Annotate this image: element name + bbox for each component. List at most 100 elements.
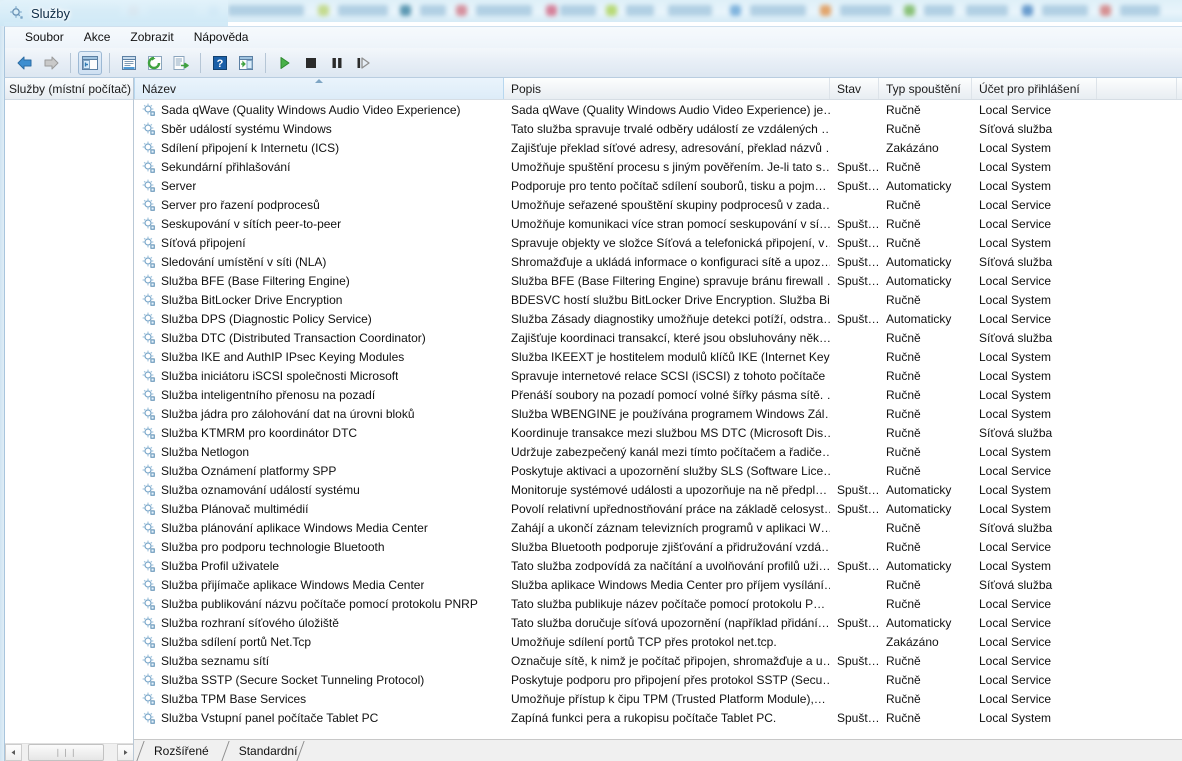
show-action-pane-button[interactable]	[234, 51, 258, 75]
services-list-pane: NázevPopisStav Typ spouštění Účet pro přih…	[134, 78, 1182, 761]
table-row[interactable]: Sledování umístění v síti (NLA)Shromažďu…	[134, 252, 1182, 271]
arrow-right-icon	[42, 55, 60, 71]
properties-button[interactable]	[117, 51, 141, 75]
table-row[interactable]: Síťová připojeníSpravuje objekty ve slož…	[134, 233, 1182, 252]
menu-soubor[interactable]: Soubor	[15, 28, 74, 47]
table-row[interactable]: Služba oznamování událostí systémuMonito…	[134, 480, 1182, 499]
cell-stav: Spušt…	[830, 274, 879, 288]
cell-desc: Spravuje objekty ve složce Síťová a tele…	[504, 236, 830, 250]
show-hide-tree-button[interactable]	[78, 51, 102, 75]
table-row[interactable]: Sdílení připojení k Internetu (ICS)Zajiš…	[134, 138, 1182, 157]
table-row[interactable]: Služba NetlogonUdržuje zabezpečený kanál…	[134, 442, 1182, 461]
help-button[interactable]: ?	[208, 51, 232, 75]
service-name-label: Služba DTC (Distributed Transaction Coor…	[161, 331, 426, 345]
cell-name: Služba DPS (Diagnostic Policy Service)	[134, 312, 504, 326]
table-row[interactable]: Služba TPM Base ServicesUmožňuje přístup…	[134, 689, 1182, 708]
column-header-blank[interactable]	[1097, 78, 1177, 99]
table-row[interactable]: Seskupování v sítích peer-to-peerUmožňuj…	[134, 214, 1182, 233]
column-header-popis[interactable]: Popis	[504, 78, 830, 99]
forward-button[interactable]	[39, 51, 63, 75]
table-row[interactable]: Služba iniciátoru iSCSI společnosti Micr…	[134, 366, 1182, 385]
table-row[interactable]: Služba seznamu sítíOznačuje sítě, k nimž…	[134, 651, 1182, 670]
table-row[interactable]: Služba inteligentního přenosu na pozadíP…	[134, 385, 1182, 404]
table-row[interactable]: Služba DTC (Distributed Transaction Coor…	[134, 328, 1182, 347]
tree-scroll-left-arrow[interactable]	[5, 744, 22, 761]
service-gear-icon	[142, 578, 156, 592]
table-row[interactable]: Sekundární přihlašováníUmožňuje spuštění…	[134, 157, 1182, 176]
refresh-button[interactable]	[143, 51, 167, 75]
tree-scroll-track[interactable]: ❘❘❘	[22, 744, 117, 761]
service-name-label: Služba sdílení portů Net.Tcp	[161, 635, 311, 649]
menu-napoveda[interactable]: Nápověda	[184, 28, 259, 47]
column-header-typ-spou-t-n[interactable]: Typ spouštění	[879, 78, 972, 99]
table-row[interactable]: Služba SSTP (Secure Socket Tunneling Pro…	[134, 670, 1182, 689]
table-row[interactable]: Služba plánování aplikace Windows Media …	[134, 518, 1182, 537]
tab-standardni[interactable]: Standardní	[223, 741, 312, 761]
table-row[interactable]: Služba BitLocker Drive EncryptionBDESVC …	[134, 290, 1182, 309]
table-row[interactable]: Služba BFE (Base Filtering Engine)Služba…	[134, 271, 1182, 290]
service-name-label: Služba Oznámení platformy SPP	[161, 464, 336, 478]
column-header-n-zev[interactable]: Název	[134, 78, 504, 99]
service-name-label: Sdílení připojení k Internetu (ICS)	[161, 141, 339, 155]
table-row[interactable]: Služba rozhraní síťového úložištěTato sl…	[134, 613, 1182, 632]
cell-typ: Ručně	[879, 217, 972, 231]
properties-icon	[120, 55, 138, 71]
cell-ucet: Síťová služba	[972, 426, 1097, 440]
table-row[interactable]: Server pro řazení podprocesůUmožňuje seř…	[134, 195, 1182, 214]
table-row[interactable]: Sběr událostí systému WindowsTato služba…	[134, 119, 1182, 138]
cell-ucet: Local Service	[972, 597, 1097, 611]
tab-standardni-label: Standardní	[239, 744, 298, 758]
cell-desc: Služba Bluetooth podporuje zjišťování a …	[504, 540, 830, 554]
service-name-label: Služba Netlogon	[161, 445, 249, 459]
table-row[interactable]: Sada qWave (Quality Windows Audio Video …	[134, 100, 1182, 119]
cell-ucet: Local Service	[972, 616, 1097, 630]
cell-ucet: Local System	[972, 293, 1097, 307]
column-header-et-pro-p-ihl-en[interactable]: Účet pro přihlášení	[972, 78, 1097, 99]
cell-name: Služba SSTP (Secure Socket Tunneling Pro…	[134, 673, 504, 687]
menu-zobrazit[interactable]: Zobrazit	[120, 28, 183, 47]
tree-scroll-thumb[interactable]: ❘❘❘	[28, 744, 104, 761]
table-row[interactable]: Služba Plánovač multimédiíPovolí relativ…	[134, 499, 1182, 518]
cell-name: Služba IKE and AuthIP IPsec Keying Modul…	[134, 350, 504, 364]
table-row[interactable]: Služba pro podporu technologie Bluetooth…	[134, 537, 1182, 556]
table-row[interactable]: Služba IKE and AuthIP IPsec Keying Modul…	[134, 347, 1182, 366]
table-row[interactable]: ServerPodporuje pro tento počítač sdílen…	[134, 176, 1182, 195]
cell-ucet: Síťová služba	[972, 255, 1097, 269]
services-rows[interactable]: Sada qWave (Quality Windows Audio Video …	[134, 100, 1182, 739]
service-name-label: Sledování umístění v síti (NLA)	[161, 255, 326, 269]
pause-service-button[interactable]	[325, 51, 349, 75]
tab-rozsirene[interactable]: Rozšířené	[138, 741, 223, 761]
stop-service-button[interactable]	[299, 51, 323, 75]
table-row[interactable]: Služba Profil uživateleTato služba zodpo…	[134, 556, 1182, 575]
service-gear-icon	[142, 388, 156, 402]
table-row[interactable]: Služba jádra pro zálohování dat na úrovn…	[134, 404, 1182, 423]
cell-stav: Spušt…	[830, 312, 879, 326]
table-row[interactable]: Služba sdílení portů Net.TcpUmožňuje sdí…	[134, 632, 1182, 651]
cell-name: Služba BitLocker Drive Encryption	[134, 293, 504, 307]
cell-stav: Spušt…	[830, 160, 879, 174]
cell-ucet: Local System	[972, 388, 1097, 402]
cell-stav: Spušt…	[830, 255, 879, 269]
column-header-label: Typ spouštění	[886, 82, 961, 96]
table-row[interactable]: Služba KTMRM pro koordinátor DTCKoordinu…	[134, 423, 1182, 442]
table-row[interactable]: Služba DPS (Diagnostic Policy Service)Sl…	[134, 309, 1182, 328]
service-name-label: Sekundární přihlašování	[161, 160, 290, 174]
table-row[interactable]: Služba publikování názvu počítače pomocí…	[134, 594, 1182, 613]
cell-ucet: Síťová služba	[972, 578, 1097, 592]
back-button[interactable]	[13, 51, 37, 75]
restart-service-button[interactable]	[351, 51, 375, 75]
service-gear-icon	[142, 179, 156, 193]
pause-icon	[328, 55, 346, 71]
tree-pane-body[interactable]	[5, 100, 133, 738]
column-header-stav[interactable]: Stav	[830, 78, 879, 99]
tree-scroll-right-arrow[interactable]	[117, 744, 134, 761]
export-list-button[interactable]	[169, 51, 193, 75]
svg-text:?: ?	[217, 58, 224, 70]
start-service-button[interactable]	[273, 51, 297, 75]
toolbar-separator	[265, 53, 266, 73]
table-row[interactable]: Služba přijímače aplikace Windows Media …	[134, 575, 1182, 594]
table-row[interactable]: Služba Oznámení platformy SPPPoskytuje a…	[134, 461, 1182, 480]
table-row[interactable]: Služba Vstupní panel počítače Tablet PCZ…	[134, 708, 1182, 727]
tree-horizontal-scrollbar[interactable]: ❘❘❘	[5, 743, 134, 761]
menu-akce[interactable]: Akce	[74, 28, 121, 47]
